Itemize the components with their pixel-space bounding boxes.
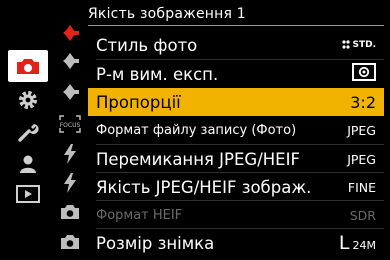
subtab-camera-other-2[interactable] xyxy=(52,230,88,254)
menu-item-label: Формат HEIF xyxy=(96,207,183,223)
photo-style-icon xyxy=(342,40,351,49)
menu-item-photo-style[interactable]: Стиль фото STD. xyxy=(88,31,384,59)
menu-item-label: Пропорції xyxy=(96,92,181,112)
file-format-value: JPEG xyxy=(347,122,376,138)
my-menu-category-tab[interactable] xyxy=(8,148,48,180)
subtab-flash-2[interactable] xyxy=(52,171,88,195)
menu-item-label: Формат файлу запису (Фото) xyxy=(96,122,297,138)
menu-item-label: Перемикання JPEG/HEIF xyxy=(96,149,300,169)
aspect-ratio-value: 3:2 xyxy=(350,92,376,112)
menu-item-label: Р-м вим. експ. xyxy=(96,64,219,84)
picture-size-megapixels: 24M xyxy=(352,239,377,252)
picture-size-value: L 24M xyxy=(339,232,376,254)
gear-icon xyxy=(19,91,37,109)
subtab-camera-other-1[interactable] xyxy=(52,200,88,224)
picture-size-letter: L xyxy=(338,232,350,254)
subtab-image-quality-3[interactable] xyxy=(52,80,88,104)
menu-title: Якість зображення 1 xyxy=(88,6,246,22)
flash-icon xyxy=(64,144,76,164)
header-divider xyxy=(88,25,384,26)
photo-style-value: STD. xyxy=(341,39,376,51)
camera-small-icon xyxy=(61,235,79,249)
menu-item-heif-format: Формат HEIF SDR xyxy=(88,201,384,229)
subtab-focus[interactable]: FOCUS xyxy=(52,112,88,136)
photo-style-value-text: STD. xyxy=(352,40,376,50)
playback-category-tab[interactable] xyxy=(8,178,48,210)
jpeg-heif-quality-value: FINE xyxy=(347,179,376,195)
subtab-image-quality-2[interactable] xyxy=(52,49,88,73)
menu-item-label: Розмір знімка xyxy=(96,233,215,253)
diamond-arrow-icon xyxy=(63,53,79,69)
diamond-arrow-icon xyxy=(63,25,79,41)
custom-category-tab[interactable] xyxy=(8,116,48,148)
menu-item-aspect-ratio[interactable]: Пропорції 3:2 xyxy=(88,88,384,116)
menu-item-picture-size[interactable]: Розмір знімка L 24M xyxy=(88,229,384,257)
playback-icon xyxy=(16,185,40,203)
wrench-icon xyxy=(18,124,39,142)
subtab-flash-1[interactable] xyxy=(52,142,88,166)
camera-small-icon xyxy=(61,205,79,219)
menu-item-label: Якість JPEG/HEIF зображ. xyxy=(96,177,312,197)
camera-category-tab[interactable] xyxy=(8,50,48,82)
metering-mode-value xyxy=(352,63,376,85)
menu-item-label: Стиль фото xyxy=(96,35,198,55)
svg-text:FOCUS: FOCUS xyxy=(60,122,81,129)
metering-icon xyxy=(352,63,376,81)
camera-icon xyxy=(17,59,39,74)
menu-item-file-format[interactable]: Формат файлу запису (Фото) JPEG xyxy=(88,116,384,144)
menu-item-jpeg-heif-switch[interactable]: Перемикання JPEG/HEIF JPEG xyxy=(88,145,384,173)
menu-item-metering-mode[interactable]: Р-м вим. експ. xyxy=(88,60,384,88)
focus-icon: FOCUS xyxy=(59,115,81,133)
menu-item-jpeg-heif-quality[interactable]: Якість JPEG/HEIF зображ. FINE xyxy=(88,173,384,201)
person-icon xyxy=(20,155,36,173)
flash-icon xyxy=(64,173,76,193)
heif-format-value: SDR xyxy=(349,207,376,223)
diamond-arrow-icon xyxy=(63,84,79,100)
settings-category-tab[interactable] xyxy=(8,84,48,116)
menu-screen: FOCUS Якість зображення 1 Стиль фото STD… xyxy=(0,0,390,260)
subtab-image-quality-1[interactable] xyxy=(52,21,88,45)
jpeg-heif-switch-value: JPEG xyxy=(347,151,376,167)
